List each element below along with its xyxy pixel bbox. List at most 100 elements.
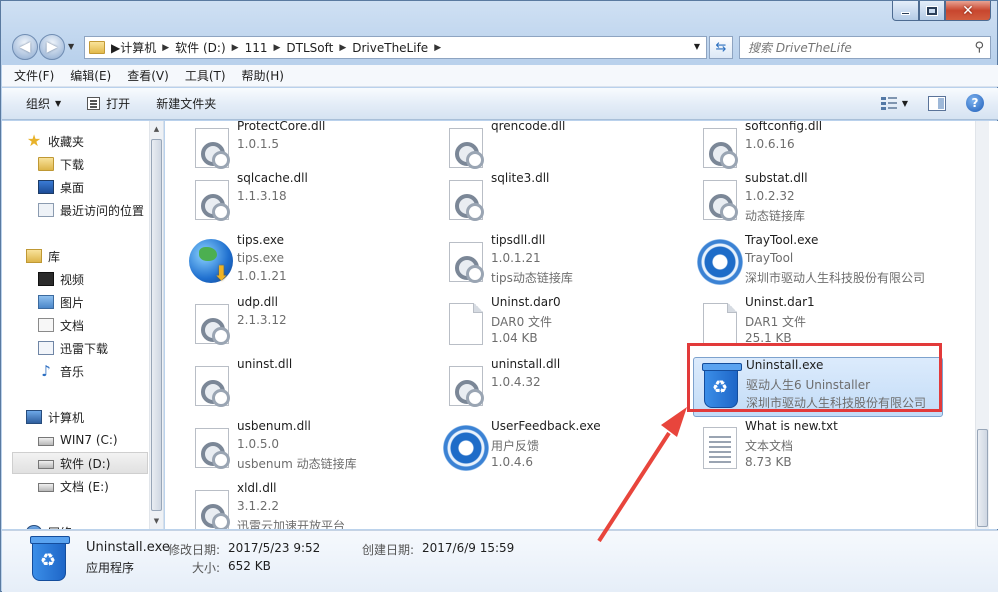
search-input[interactable] (740, 40, 960, 55)
breadcrumb-drivethelife[interactable]: DriveTheLife (352, 41, 428, 55)
file-item[interactable]: Uninst.dar1 DAR1 文件 25.1 KB (693, 295, 943, 355)
file-icon-wrapper (189, 487, 235, 529)
nav-scrollbar[interactable]: ▲ ▼ (149, 121, 163, 529)
maximize-button[interactable] (919, 1, 945, 21)
scroll-up-icon[interactable]: ▲ (150, 121, 163, 137)
file-item[interactable]: substat.dll 1.0.2.32 动态链接库 (693, 171, 943, 231)
file-item[interactable]: uninst.dll (185, 357, 435, 417)
nav-label: 桌面 (60, 180, 85, 195)
file-name: substat.dll (745, 171, 808, 185)
menu-edit[interactable]: 编辑(E) (70, 67, 111, 84)
nav-recent-places[interactable]: 最近访问的位置 (38, 199, 163, 221)
file-name: usbenum.dll (237, 419, 311, 433)
nav-computer[interactable]: 计算机 (26, 406, 163, 428)
nav-favorites[interactable]: ★ 收藏夹 (26, 130, 163, 152)
menu-tools[interactable]: 工具(T) (185, 67, 226, 84)
breadcrumb-computer[interactable]: 计算机 (120, 39, 156, 56)
search-box[interactable]: ⚲ (739, 36, 991, 59)
content-scroll-thumb[interactable] (977, 429, 988, 527)
open-icon (87, 97, 101, 110)
nav-desktop[interactable]: 桌面 (38, 176, 163, 198)
nav-network[interactable]: 网络 (26, 521, 163, 530)
new-folder-button[interactable]: 新建文件夹 (156, 95, 216, 112)
dll-file-icon (449, 242, 484, 283)
chevron-right-icon[interactable]: ▶ (339, 43, 346, 53)
file-detail-line2: 8.73 KB (745, 455, 792, 469)
file-item[interactable]: sqlcache.dll 1.1.3.18 (185, 171, 435, 231)
file-name: qrencode.dll (491, 121, 566, 133)
chevron-right-icon[interactable]: ▶ (434, 43, 441, 53)
nav-downloads[interactable]: 下载 (38, 153, 163, 175)
content-scrollbar[interactable] (975, 121, 989, 529)
file-icon-wrapper (443, 239, 489, 285)
close-button[interactable]: ✕ (945, 1, 991, 21)
view-options-icon[interactable] (880, 95, 898, 111)
navigation-row: ◀ ▶ ▼ ▶ 计算机 ▶ 软件 (D:) ▶ 111 ▶ DTLSoft ▶ Driv… (9, 33, 991, 61)
file-detail-line1: TrayTool (745, 251, 794, 265)
file-item[interactable]: Uninst.dar0 DAR0 文件 1.04 KB (439, 295, 689, 355)
dll-file-icon (449, 366, 484, 407)
menu-file[interactable]: 文件(F) (14, 67, 54, 84)
file-detail-line1: 1.0.1.5 (237, 137, 279, 151)
file-icon-wrapper (189, 239, 235, 285)
close-icon: ✕ (962, 2, 974, 19)
menu-help[interactable]: 帮助(H) (242, 67, 284, 84)
nav-drive-d[interactable]: 软件 (D:) (12, 452, 148, 474)
breadcrumb-111[interactable]: 111 (245, 41, 268, 55)
chevron-right-icon[interactable]: ▶ (273, 43, 280, 53)
file-item[interactable]: What is new.txt 文本文档 8.73 KB (693, 419, 943, 479)
file-item[interactable]: xldl.dll 3.1.2.2 迅雷云加速开放平台 (185, 481, 435, 529)
back-button[interactable]: ◀ (12, 34, 38, 60)
nav-videos[interactable]: 视频 (38, 268, 163, 290)
refresh-icon: ⇆ (715, 40, 727, 55)
breadcrumb-dtlsoft[interactable]: DTLSoft (286, 41, 333, 55)
file-detail-line1: 2.1.3.12 (237, 313, 287, 327)
file-item[interactable]: UserFeedback.exe 用户反馈 1.0.4.6 (439, 419, 689, 479)
help-icon[interactable]: ? (966, 94, 984, 112)
file-item[interactable]: uninstall.dll 1.0.4.32 (439, 357, 689, 417)
chevron-down-icon[interactable]: ▼ (694, 42, 700, 51)
nav-scroll-thumb[interactable] (151, 139, 162, 511)
nav-music[interactable]: ♪ 音乐 (38, 360, 163, 382)
file-item[interactable]: udp.dll 2.1.3.12 (185, 295, 435, 355)
file-name: uninst.dll (237, 357, 293, 371)
nav-drive-e[interactable]: 文档 (E:) (38, 475, 163, 497)
command-bar: 组织 ▼ 打开 新建文件夹 ▼ ? (2, 88, 998, 120)
recent-pages-dropdown[interactable]: ▼ (68, 42, 74, 51)
dll-file-icon (703, 180, 738, 221)
preview-pane-icon[interactable] (928, 95, 946, 111)
forward-button[interactable]: ▶ (39, 34, 65, 60)
chevron-right-icon[interactable]: ▶ (162, 43, 169, 53)
file-item[interactable]: tipsdll.dll 1.0.1.21 tips动态链接库 (439, 233, 689, 293)
details-modified-label: 修改日期: (168, 543, 221, 557)
breadcrumb-drive-d[interactable]: 软件 (D:) (175, 39, 225, 56)
breadcrumb: 计算机 ▶ 软件 (D:) ▶ 111 ▶ DTLSoft ▶ DriveTheLife… (120, 39, 447, 56)
search-icon[interactable]: ⚲ (974, 40, 984, 55)
chevron-down-icon[interactable]: ▼ (902, 99, 908, 108)
chevron-right-icon[interactable]: ▶ (232, 43, 239, 53)
nav-label: 网络 (48, 524, 72, 530)
nav-thunder-downloads[interactable]: 迅雷下载 (38, 337, 163, 359)
nav-pictures[interactable]: 图片 (38, 291, 163, 313)
file-item[interactable]: sqlite3.dll (439, 171, 689, 231)
refresh-button[interactable]: ⇆ (709, 36, 733, 59)
file-item[interactable]: Uninstall.exe 驱动人生6 Uninstaller 深圳市驱动人生科技股… (693, 357, 943, 417)
file-detail-line2: 动态链接库 (745, 209, 806, 223)
file-item[interactable]: usbenum.dll 1.0.5.0 usbenum 动态链接库 (185, 419, 435, 479)
file-item[interactable]: tips.exe tips.exe 1.0.1.21 (185, 233, 435, 293)
file-detail-line1: 1.0.5.0 (237, 437, 279, 451)
file-name: udp.dll (237, 295, 278, 309)
arrow-right-icon: ▶ (46, 39, 58, 55)
file-item[interactable]: TrayTool.exe TrayTool 深圳市驱动人生科技股份有限公司 (693, 233, 943, 293)
blank-file-icon (449, 303, 483, 345)
organize-button[interactable]: 组织 ▼ (26, 95, 61, 112)
nav-documents[interactable]: 文档 (38, 314, 163, 336)
nav-drive-c[interactable]: WIN7 (C:) (38, 429, 163, 451)
nav-libraries[interactable]: 库 (26, 245, 163, 267)
open-button[interactable]: 打开 (87, 95, 130, 112)
file-detail-line2: tips动态链接库 (491, 271, 573, 285)
menu-view[interactable]: 查看(V) (127, 67, 169, 84)
scroll-down-icon[interactable]: ▼ (150, 513, 163, 529)
minimize-button[interactable] (892, 1, 919, 21)
address-bar[interactable]: ▶ 计算机 ▶ 软件 (D:) ▶ 111 ▶ DTLSoft ▶ DriveTheLi… (84, 36, 707, 59)
